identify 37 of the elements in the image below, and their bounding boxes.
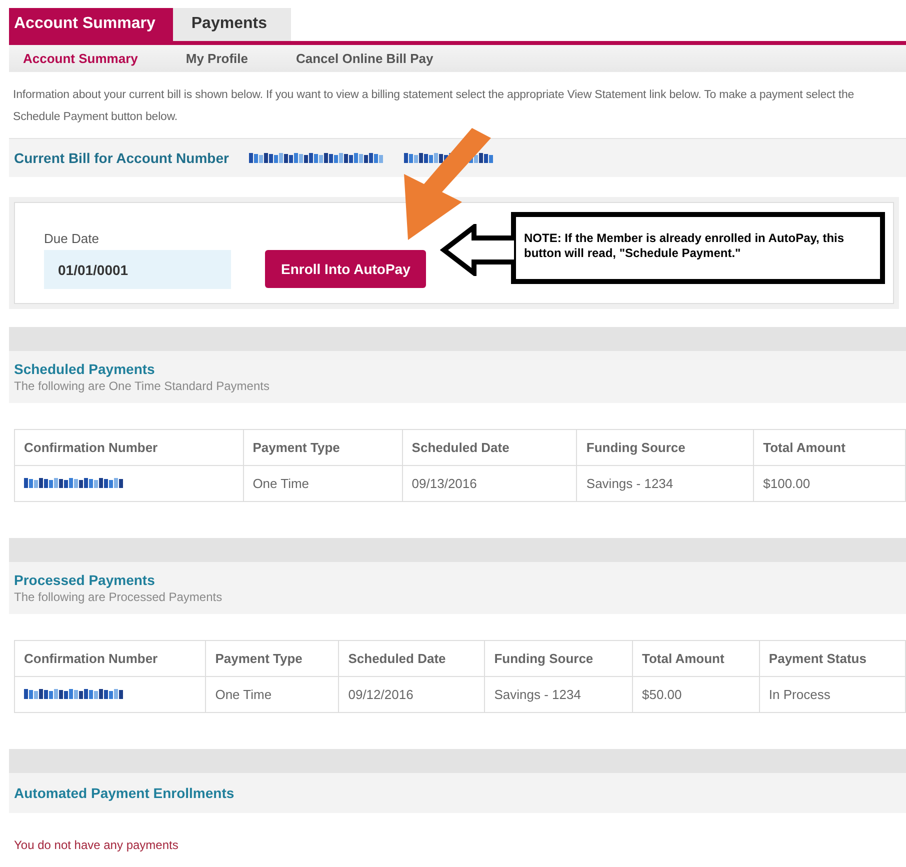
enroll-button[interactable]: Enroll Into AutoPay — [265, 250, 426, 288]
table-cell: $100.00 — [754, 466, 906, 502]
note-callout: NOTE: If the Member is already enrolled in AutoPay, this button will read, "Schedule Payment." — [511, 212, 885, 284]
section-title: Automated Payment Enrollments — [14, 785, 236, 801]
table-cell: In Process — [759, 676, 906, 712]
table-cell: 09/13/2016 — [402, 466, 577, 502]
empty-message: You do not have any payments — [13, 838, 180, 852]
table-cell: $50.00 — [632, 676, 760, 712]
column-header: Funding Source — [484, 640, 632, 676]
table-cell: One Time — [243, 466, 402, 502]
section-title: Scheduled Payments — [14, 361, 156, 377]
column-header: Total Amount — [632, 640, 760, 676]
column-header: Scheduled Date — [338, 640, 485, 676]
column-header: Funding Source — [576, 430, 754, 466]
column-header: Payment Type — [206, 640, 339, 676]
column-header: Payment Status — [759, 640, 906, 676]
tab[interactable]: Payments — [173, 8, 291, 41]
column-header: Payment Type — [243, 430, 402, 466]
nav-link[interactable]: My Profile — [186, 51, 248, 66]
table-cell: Savings - 1234 — [576, 466, 754, 502]
account-label: Current Bill for Account Number — [14, 150, 229, 166]
column-header: Confirmation Number — [14, 640, 206, 676]
table-cell: Savings - 1234 — [484, 676, 632, 712]
tab[interactable]: Account Summary — [9, 8, 174, 41]
section-subtitle: The following are One Time Standard Payments — [14, 379, 270, 393]
nav-link[interactable]: Cancel Online Bill Pay — [296, 51, 434, 66]
section-subtitle: The following are Processed Payments — [14, 590, 224, 604]
left-arrow-icon — [440, 224, 516, 276]
due-date-field: 01/01/0001 — [44, 250, 231, 289]
column-header: Scheduled Date — [402, 430, 577, 466]
column-header: Total Amount — [754, 430, 906, 466]
column-header: Confirmation Number — [14, 430, 244, 466]
table-cell: One Time — [206, 676, 339, 712]
due-date-label: Due Date — [44, 231, 100, 246]
table-cell: 09/12/2016 — [338, 676, 485, 712]
nav-link[interactable]: Account Summary — [23, 51, 138, 66]
section-title: Processed Payments — [14, 572, 156, 588]
